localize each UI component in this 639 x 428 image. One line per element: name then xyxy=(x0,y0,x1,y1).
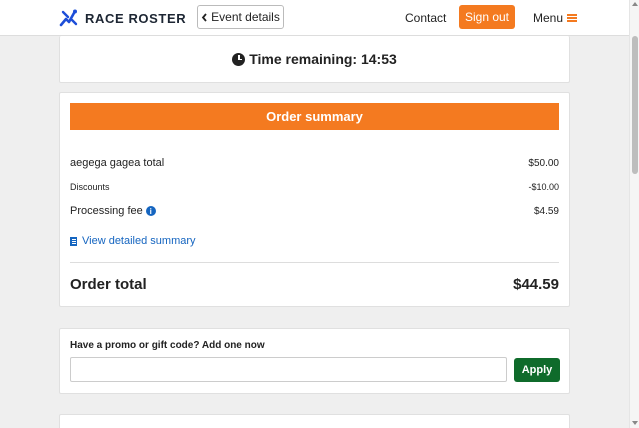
order-summary-header: Order summary xyxy=(70,103,559,130)
order-total-value: $44.59 xyxy=(513,276,559,293)
discounts-value: -$10.00 xyxy=(528,182,559,192)
summary-divider xyxy=(70,262,559,263)
promo-code-title: Have a promo or gift code? Add one now xyxy=(70,340,265,351)
sign-out-label: Sign out xyxy=(464,10,510,24)
clock-icon xyxy=(232,52,246,66)
discounts-label: Discounts xyxy=(70,182,110,192)
menu-label: Menu xyxy=(533,11,564,25)
item-total-label: aegega gagea total xyxy=(70,157,165,169)
apply-label: Apply xyxy=(521,364,553,376)
logo-runner-icon xyxy=(59,9,78,27)
timer-card: Time remaining: 14:53 xyxy=(59,36,570,83)
order-summary-card: Order summary aegega gagea total $50.00 … xyxy=(59,92,570,307)
order-summary-title: Order summary xyxy=(266,109,363,124)
logo-text: RACE ROSTER xyxy=(85,10,187,26)
time-remaining-label: Time remaining: 14:53 xyxy=(249,51,397,67)
menu-button[interactable]: Menu xyxy=(533,11,578,25)
item-total-value: $50.00 xyxy=(528,157,559,169)
view-detailed-summary-link[interactable]: View detailed summary xyxy=(70,235,196,247)
info-icon[interactable]: i xyxy=(145,206,156,217)
hamburger-icon xyxy=(567,14,578,22)
event-details-label: Event details xyxy=(211,10,280,24)
time-remaining: Time remaining: 14:53 xyxy=(232,51,397,67)
promo-code-card: Have a promo or gift code? Add one now A… xyxy=(59,328,570,394)
apply-button[interactable]: Apply xyxy=(514,358,560,382)
summary-line-discounts: Discounts -$10.00 xyxy=(70,182,559,192)
sign-out-button[interactable]: Sign out xyxy=(459,5,515,29)
promo-code-input[interactable] xyxy=(70,357,507,382)
next-section-card xyxy=(59,414,570,428)
summary-line-processing-fee: Processing fee i $4.59 xyxy=(70,205,559,217)
processing-fee-value: $4.59 xyxy=(533,205,559,217)
scroll-up-arrow-icon[interactable] xyxy=(632,2,638,6)
race-roster-logo[interactable]: RACE ROSTER xyxy=(59,8,186,28)
order-total-row: Order total $44.59 xyxy=(70,276,559,293)
event-details-button[interactable]: Event details xyxy=(197,5,284,29)
view-detailed-summary-label: View detailed summary xyxy=(82,235,196,247)
page-scrollbar[interactable] xyxy=(629,0,639,428)
processing-fee-label: Processing fee xyxy=(70,205,143,217)
document-icon xyxy=(70,236,77,246)
summary-line-item: aegega gagea total $50.00 xyxy=(70,157,559,169)
order-total-label: Order total xyxy=(70,276,147,293)
chevron-left-icon xyxy=(201,12,207,22)
scroll-down-arrow-icon[interactable] xyxy=(632,421,638,425)
contact-link[interactable]: Contact xyxy=(405,11,446,25)
processing-fee-label-wrap: Processing fee i xyxy=(70,205,156,217)
top-navbar: RACE ROSTER Event details Contact Sign o… xyxy=(0,0,629,36)
scrollbar-thumb[interactable] xyxy=(632,36,638,174)
